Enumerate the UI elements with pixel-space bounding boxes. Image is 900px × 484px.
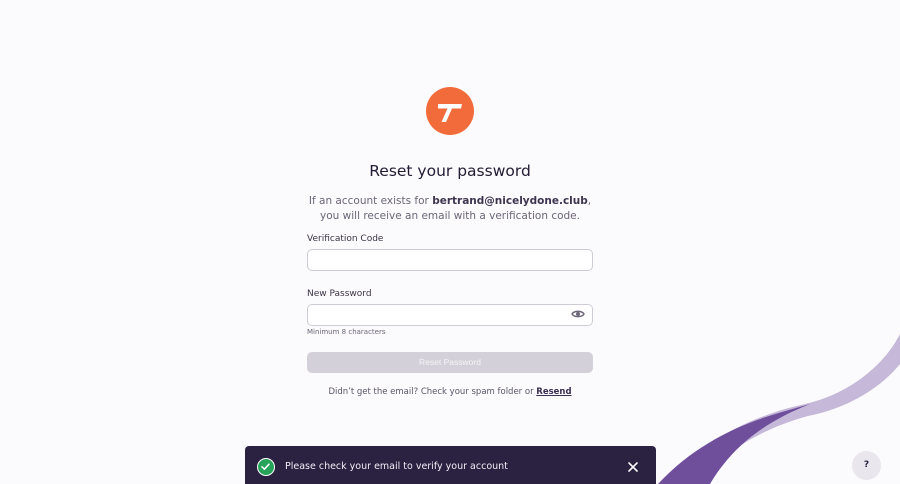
- help-button[interactable]: ?: [852, 451, 881, 480]
- subtitle-prefix: If an account exists for: [308, 195, 433, 207]
- new-password-label: New Password: [307, 289, 372, 299]
- page-title: Reset your password: [369, 162, 531, 180]
- toast-notification: Please check your email to verify your a…: [245, 446, 656, 484]
- toast-message: Please check your email to verify your a…: [285, 461, 508, 472]
- page-subtitle: If an account exists for bertrand@nicely…: [300, 194, 600, 224]
- reset-password-button[interactable]: Reset Password: [307, 352, 593, 373]
- resend-link[interactable]: Resend: [536, 387, 571, 397]
- resend-text: Didn’t get the email? Check your spam fo…: [328, 387, 537, 397]
- verification-code-label: Verification Code: [307, 234, 384, 244]
- resend-row: Didn’t get the email? Check your spam fo…: [0, 387, 900, 397]
- new-password-input[interactable]: [307, 304, 593, 326]
- close-icon[interactable]: [626, 460, 640, 474]
- eye-icon[interactable]: [571, 308, 585, 320]
- account-email: bertrand@nicelydone.club: [432, 195, 588, 207]
- verification-code-input[interactable]: [307, 249, 593, 271]
- password-hint: Minimum 8 characters: [307, 328, 386, 336]
- check-circle-icon: [257, 458, 275, 476]
- brand-logo: [426, 87, 474, 135]
